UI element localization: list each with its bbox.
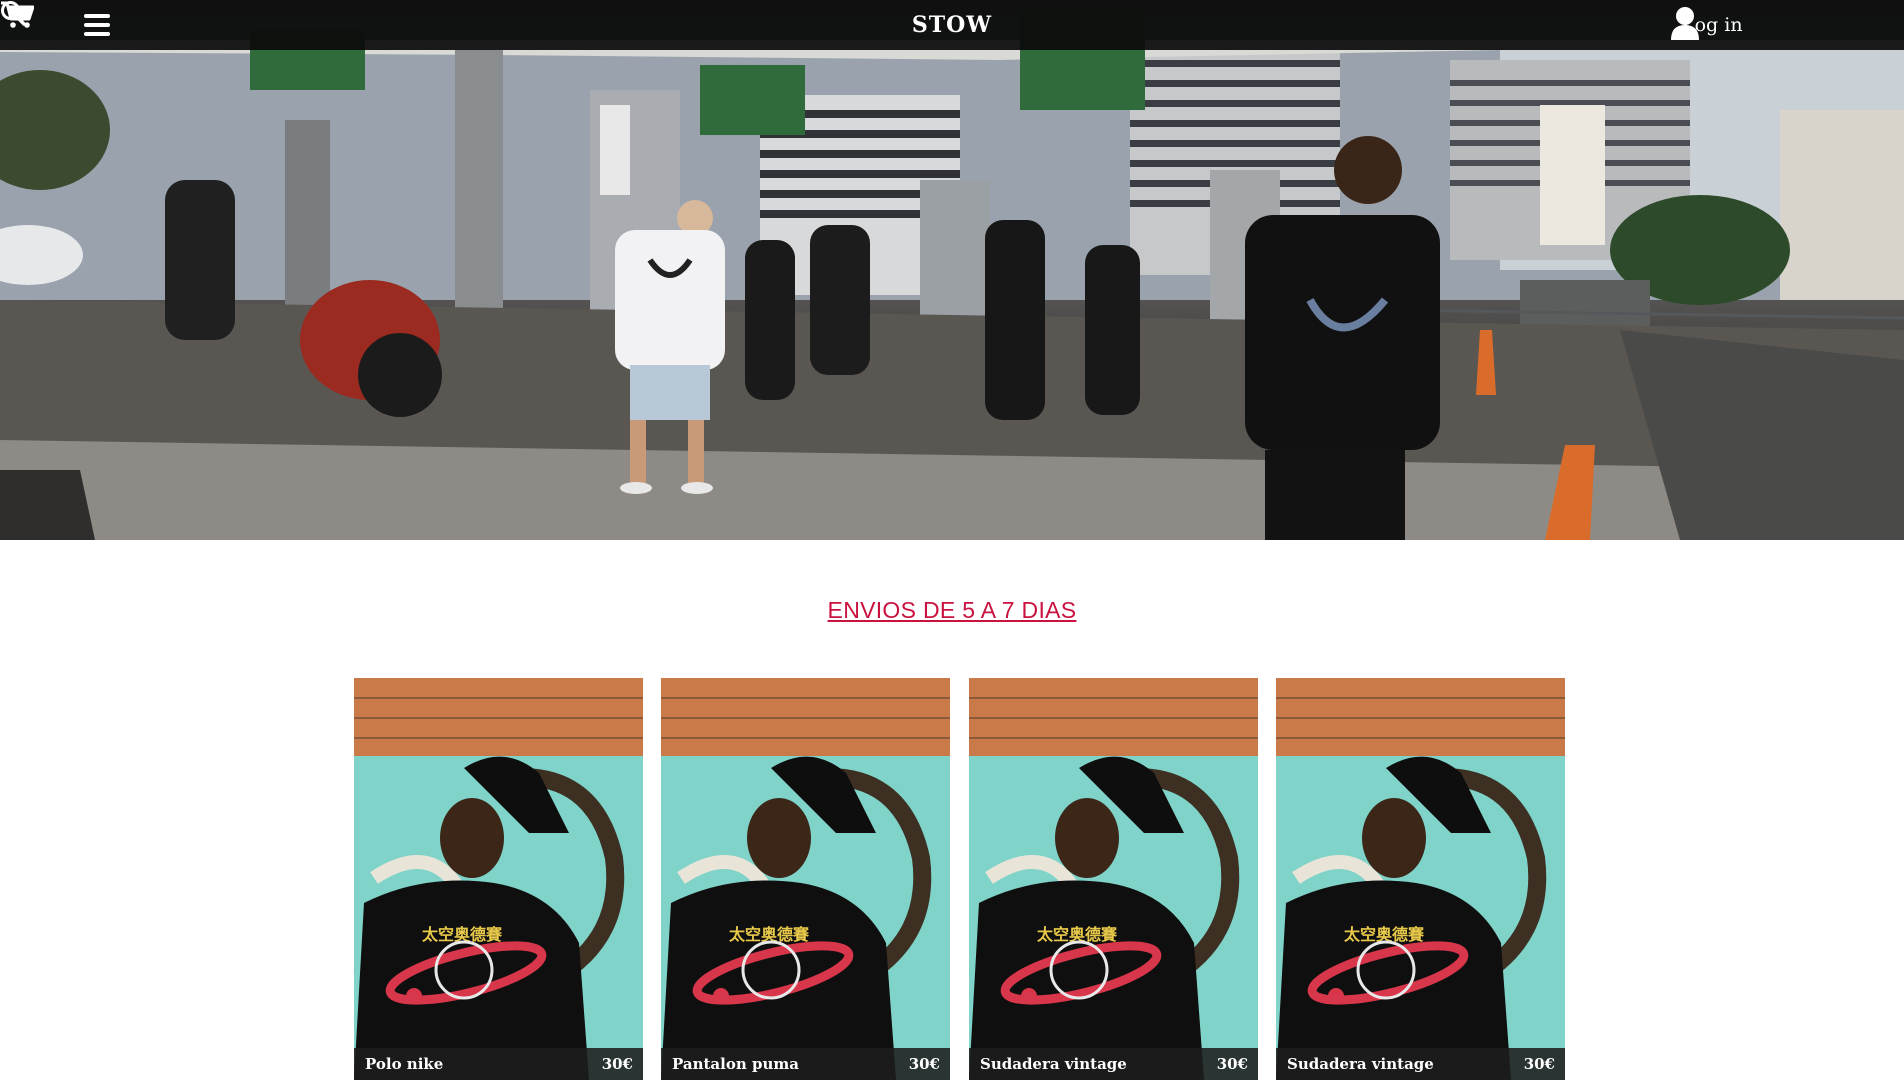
product-image: 太空奥德賽 (354, 678, 643, 1080)
product-price: 30€ (1216, 1055, 1248, 1073)
cart-icon[interactable] (0, 0, 34, 30)
hamburger-menu-icon[interactable] (84, 14, 110, 36)
product-price: 30€ (908, 1055, 940, 1073)
product-image: 太空奥德賽 (1276, 678, 1565, 1080)
hero-banner: STOW Log in (0, 0, 1904, 540)
product-name: Polo nike (365, 1055, 444, 1073)
product-card[interactable]: 太空奥德賽 Sudadera vintage 30€ (1276, 678, 1565, 1080)
product-name: Pantalon puma (672, 1055, 799, 1073)
product-card[interactable]: 太空奥德賽 Sudadera vintage 30€ (969, 678, 1258, 1080)
product-caption: Sudadera vintage 30€ (969, 1048, 1258, 1080)
shipping-announcement: ENVIOS DE 5 A 7 DIAS (0, 597, 1904, 624)
product-price: 30€ (1523, 1055, 1555, 1073)
product-image: 太空奥德賽 (969, 678, 1258, 1080)
login-link[interactable]: Log in (1670, 6, 1743, 44)
product-caption: Sudadera vintage 30€ (1276, 1048, 1565, 1080)
shipping-announcement-link[interactable]: ENVIOS DE 5 A 7 DIAS (828, 597, 1077, 623)
product-price: 30€ (601, 1055, 633, 1073)
hero-image (0, 10, 1904, 540)
product-name: Sudadera vintage (1287, 1055, 1434, 1073)
product-card[interactable]: 太空奥德賽 Pantalon puma 30€ (661, 678, 950, 1080)
product-caption: Pantalon puma 30€ (661, 1048, 950, 1080)
product-name: Sudadera vintage (980, 1055, 1127, 1073)
user-icon (1671, 7, 1699, 40)
product-card[interactable]: 太空奥德賽 Polo nike 30€ (354, 678, 643, 1080)
product-grid: 太空奥德賽 Polo nike 30€ 太空奥德賽 Pantalon puma … (354, 678, 1566, 1080)
brand-link[interactable]: STOW (912, 12, 992, 38)
product-caption: Polo nike 30€ (354, 1048, 643, 1080)
product-image: 太空奥德賽 (661, 678, 950, 1080)
brand-logo: STOW (0, 12, 1904, 38)
page: STOW Log in ENVIOS DE 5 A 7 DIAS 太空奥德賽 P… (0, 0, 1904, 1080)
top-navigation-bar: STOW Log in (0, 0, 1904, 50)
